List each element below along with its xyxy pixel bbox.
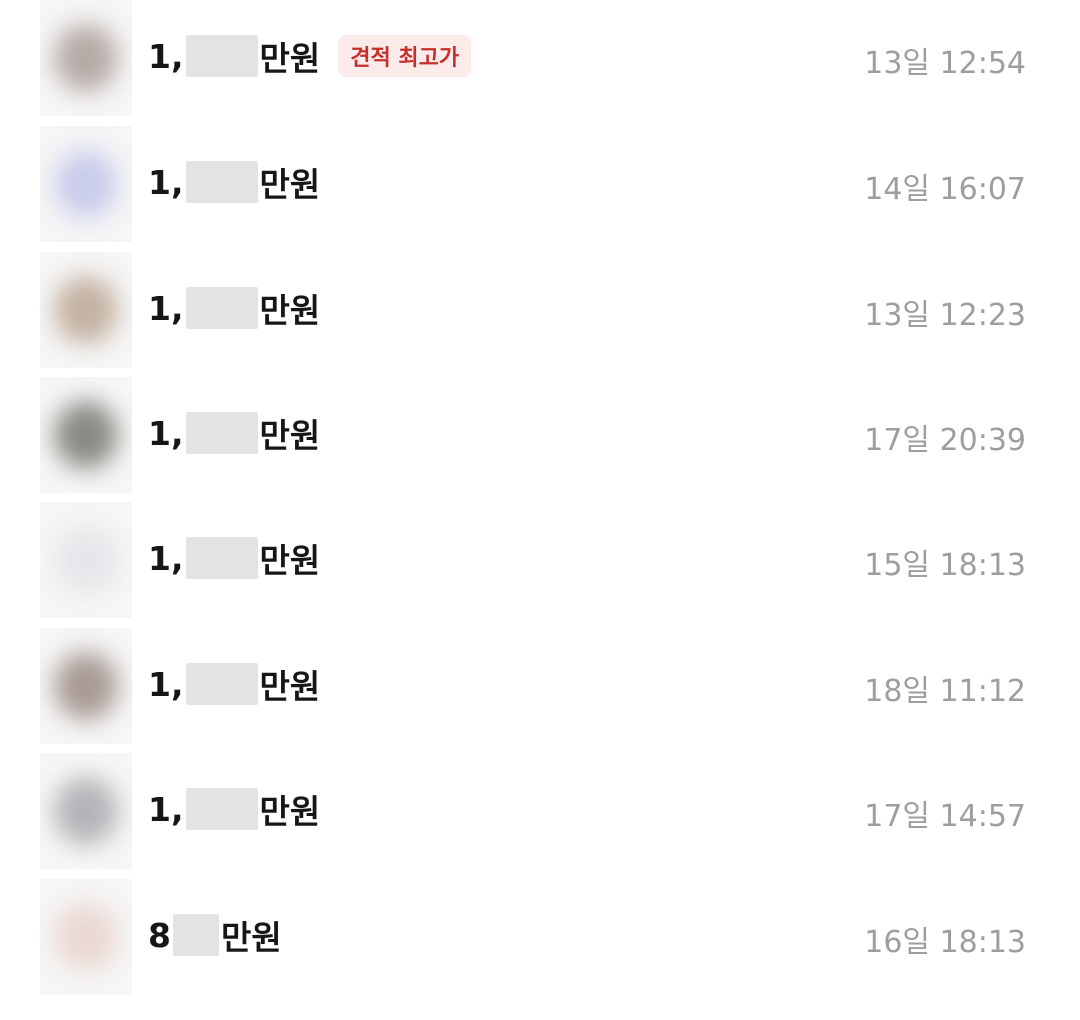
quote-row[interactable]: 8 만원 16일 18:13 <box>0 879 1080 1005</box>
quote-timestamp: 14일 16:07 <box>864 172 1026 207</box>
quote-row[interactable]: 1, 만원 17일 20:39 <box>0 377 1080 503</box>
price-unit: 만원 <box>259 165 321 204</box>
quote-timestamp: 18일 11:12 <box>864 674 1026 709</box>
quote-row[interactable]: 1, 만원 17일 14:57 <box>0 753 1080 879</box>
quote-thumbnail <box>40 879 132 995</box>
price-redaction <box>185 287 258 329</box>
quote-thumbnail <box>40 628 132 744</box>
quote-timestamp: 17일 14:57 <box>864 799 1026 834</box>
quote-thumbnail <box>40 126 132 242</box>
highest-quote-badge: 견적 최고가 <box>338 35 472 77</box>
quote-price: 8 만원 <box>148 913 282 957</box>
quote-price: 1, 만원 <box>148 662 320 706</box>
price-redaction <box>185 161 258 203</box>
quote-thumbnail <box>40 502 132 618</box>
price-unit: 만원 <box>259 667 321 706</box>
price-unit: 만원 <box>220 918 282 957</box>
blurred-photo <box>54 401 118 469</box>
quote-row[interactable]: 1, 만원 14일 16:07 <box>0 126 1080 252</box>
quote-thumbnail <box>40 252 132 368</box>
price-redaction <box>185 663 258 705</box>
blurred-photo <box>54 276 118 344</box>
quote-price: 1, 만원 <box>148 536 320 580</box>
price-prefix: 8 <box>148 915 171 955</box>
price-prefix: 1, <box>148 538 184 578</box>
price-unit: 만원 <box>259 541 321 580</box>
price-unit: 만원 <box>259 291 321 330</box>
price-redaction <box>185 788 258 830</box>
price-unit: 만원 <box>259 416 321 455</box>
quote-row[interactable]: 1, 만원 18일 11:12 <box>0 628 1080 754</box>
price-prefix: 1, <box>148 789 184 829</box>
price-prefix: 1, <box>148 288 184 328</box>
quote-timestamp: 13일 12:54 <box>864 46 1026 81</box>
quote-timestamp: 13일 12:23 <box>864 298 1026 333</box>
price-prefix: 1, <box>148 36 184 76</box>
quote-row[interactable]: 1, 만원 15일 18:13 <box>0 502 1080 628</box>
quote-thumbnail <box>40 377 132 493</box>
price-prefix: 1, <box>148 664 184 704</box>
blurred-photo <box>54 24 118 92</box>
blurred-photo <box>54 150 118 218</box>
blurred-photo <box>54 777 118 845</box>
quote-thumbnail <box>40 0 132 116</box>
price-redaction <box>185 35 258 77</box>
quote-timestamp: 17일 20:39 <box>864 423 1026 458</box>
quote-price: 1, 만원 <box>148 286 320 330</box>
quote-timestamp: 15일 18:13 <box>864 548 1026 583</box>
blurred-photo <box>54 526 118 594</box>
quote-list: 1, 만원 견적 최고가 13일 12:54 1, 만원 14일 16:07 1… <box>0 0 1080 1020</box>
price-unit: 만원 <box>259 39 321 78</box>
quote-row[interactable]: 1, 만원 견적 최고가 13일 12:54 <box>0 0 1080 126</box>
quote-price: 1, 만원 <box>148 787 320 831</box>
price-redaction <box>172 914 219 956</box>
blurred-photo <box>54 652 118 720</box>
quote-timestamp: 16일 18:13 <box>864 925 1026 960</box>
quote-price: 1, 만원 <box>148 160 320 204</box>
quote-price: 1, 만원 <box>148 411 320 455</box>
quote-thumbnail <box>40 753 132 869</box>
price-prefix: 1, <box>148 162 184 202</box>
price-prefix: 1, <box>148 413 184 453</box>
price-unit: 만원 <box>259 792 321 831</box>
blurred-photo <box>54 903 118 971</box>
quote-price: 1, 만원 견적 최고가 <box>148 34 472 78</box>
price-redaction <box>185 412 258 454</box>
price-redaction <box>185 537 258 579</box>
quote-row[interactable]: 1, 만원 13일 12:23 <box>0 252 1080 378</box>
